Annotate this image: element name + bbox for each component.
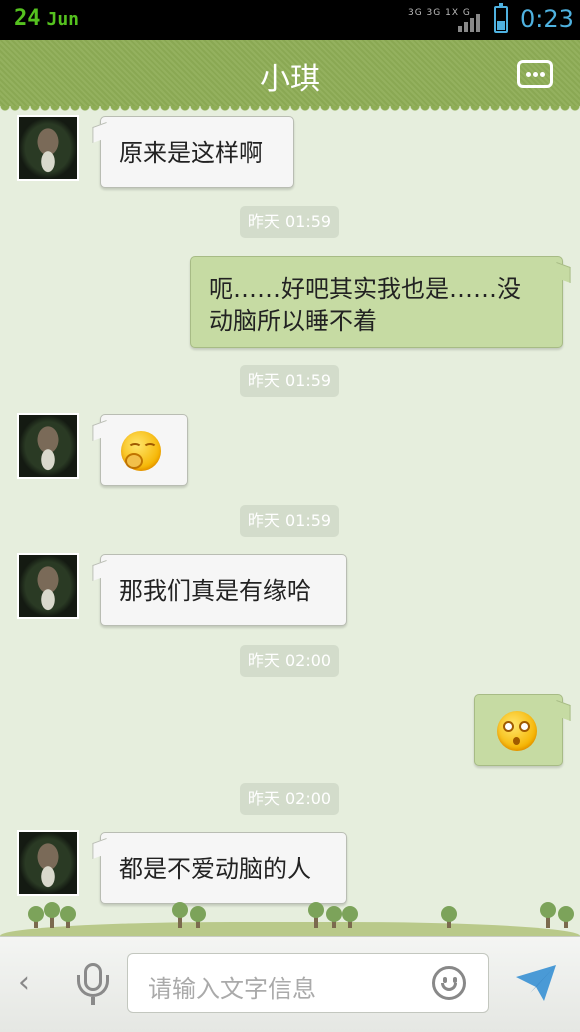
timestamp: 昨天 02:00	[240, 645, 339, 677]
message-text: 呃……好吧其实我也是……没动脑所以睡不着	[209, 275, 521, 335]
more-dots-icon[interactable]	[517, 60, 553, 88]
back-chevron-icon[interactable]: ‹	[18, 965, 30, 1000]
contact-avatar[interactable]	[17, 553, 79, 619]
timestamp: 昨天 01:59	[240, 206, 339, 238]
status-date: 24 Jun	[14, 6, 79, 31]
incoming-message[interactable]: 那我们真是有缘哈	[100, 554, 347, 626]
outgoing-message[interactable]: 呃……好吧其实我也是……没动脑所以睡不着	[190, 256, 563, 348]
incoming-message[interactable]: 原来是这样啊	[100, 116, 294, 188]
message-text: 原来是这样啊	[119, 139, 263, 167]
contact-avatar[interactable]	[17, 115, 79, 181]
battery-icon	[494, 3, 508, 33]
signal-strength-icon	[458, 12, 484, 32]
shocked-emoji-icon	[497, 711, 537, 751]
contact-avatar[interactable]	[17, 413, 79, 479]
status-day: 24	[14, 6, 41, 31]
contact-name: 小琪	[260, 62, 320, 97]
microphone-icon[interactable]	[76, 963, 110, 1007]
message-text: 都是不爱动脑的人	[119, 855, 311, 883]
status-month: Jun	[46, 9, 80, 30]
timestamp: 昨天 01:59	[240, 365, 339, 397]
contact-avatar[interactable]	[17, 830, 79, 896]
shy-emoji-icon	[121, 431, 161, 471]
status-time: 0:23	[520, 5, 574, 33]
chat-header: 小琪	[0, 40, 580, 112]
message-input-bar: ‹ 请输入文字信息	[0, 936, 580, 1032]
decorative-landscape	[0, 896, 580, 936]
smiley-icon[interactable]	[432, 966, 466, 1000]
incoming-message[interactable]	[100, 414, 188, 486]
timestamp: 昨天 01:59	[240, 505, 339, 537]
incoming-message[interactable]: 都是不爱动脑的人	[100, 832, 347, 904]
input-placeholder: 请输入文字信息	[148, 975, 316, 1003]
message-list[interactable]: 原来是这样啊 昨天 01:59 呃……好吧其实我也是……没动脑所以睡不着 昨天 …	[0, 106, 580, 936]
message-text: 那我们真是有缘哈	[119, 577, 311, 605]
timestamp: 昨天 02:00	[240, 783, 339, 815]
status-bar: 24 Jun 3G 3G 1X G 0:23	[0, 0, 580, 40]
outgoing-message[interactable]	[474, 694, 563, 766]
send-icon[interactable]	[514, 963, 558, 1003]
